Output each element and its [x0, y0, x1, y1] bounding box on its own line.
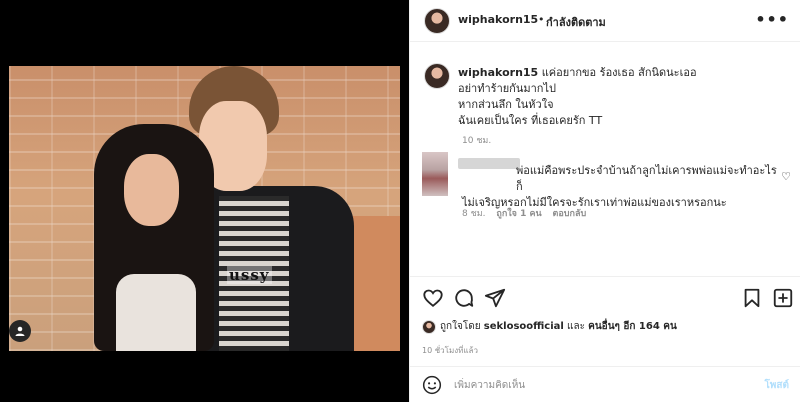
post-timestamp: 10 ชั่วโมงที่แล้ว	[422, 346, 478, 355]
comment-meta: 8 ชม. ถูกใจ 1 คน ตอบกลับ	[462, 206, 594, 220]
woman-figure	[94, 124, 214, 351]
comment-icon[interactable]	[453, 287, 475, 309]
others-likes-link[interactable]: คนอื่นๆ อีก 164 คน	[588, 319, 677, 334]
author-avatar[interactable]	[424, 8, 450, 34]
liker-avatar[interactable]	[422, 319, 436, 334]
comment-like-heart-icon[interactable]: ♡	[781, 170, 791, 183]
caption-avatar[interactable]	[424, 63, 450, 89]
post-header: wiphakorn15 • กำลังติดตาม •••	[410, 0, 800, 42]
comment-line-1: พ่อแม่คือพระประจำบ้านถ้าลูกไม่เคารพพ่อแม…	[516, 164, 777, 193]
user-silhouette	[15, 326, 25, 336]
author-username[interactable]: wiphakorn15	[458, 13, 538, 26]
follow-status-button[interactable]: กำลังติดตาม	[546, 13, 606, 31]
add-to-collection-icon[interactable]	[772, 287, 794, 309]
comments-section: wiphakorn15 แค่อยากขอ ร้องเธอ สักนิดนะเอ…	[410, 43, 800, 276]
comment-likes-count[interactable]: ถูกใจ 1 คน	[496, 209, 541, 219]
post-media-panel: ussy	[0, 0, 409, 402]
header-separator: •	[538, 13, 545, 26]
post-actions: ถูกใจโดย seklosoofficial และ คนอื่นๆ อีก…	[410, 276, 800, 366]
likes-summary: ถูกใจโดย seklosoofficial และ คนอื่นๆ อีก…	[422, 319, 677, 334]
emoji-icon[interactable]	[422, 375, 442, 395]
comment-time: 8 ชม.	[462, 209, 486, 219]
caption-line-4: ฉันเคยเป็นใคร ที่เธอเคยรัก TT	[458, 114, 603, 127]
shirt-print: ussy	[227, 266, 272, 284]
user-tag-icon[interactable]	[9, 320, 31, 342]
post-photo[interactable]: ussy	[9, 66, 400, 351]
comment-text: พ่อแม่คือพระประจำบ้านถ้าลูกไม่เคารพพ่อแม…	[462, 163, 782, 211]
comment-composer: โพสต์	[410, 366, 800, 402]
caption-line-3: หากส่วนลึก ในหัวใจ	[458, 98, 554, 111]
caption-username[interactable]: wiphakorn15	[458, 66, 538, 79]
likes-prefix: ถูกใจโดย	[440, 321, 481, 332]
reply-button[interactable]: ตอบกลับ	[553, 209, 587, 219]
caption-line-2: อย่าทำร้ายกันมากไป	[458, 82, 556, 95]
likes-middle: และ	[567, 321, 585, 332]
bookmark-icon[interactable]	[741, 287, 763, 309]
heart-icon[interactable]	[422, 287, 444, 309]
commenter-avatar[interactable]	[422, 152, 448, 196]
caption: wiphakorn15 แค่อยากขอ ร้องเธอ สักนิดนะเอ…	[458, 65, 778, 129]
post-comment-button[interactable]: โพสต์	[764, 378, 789, 393]
post-side-panel: wiphakorn15 • กำลังติดตาม ••• wiphakorn1…	[409, 0, 800, 402]
liker-username[interactable]: seklosoofficial	[484, 321, 564, 332]
woman-face	[124, 154, 179, 226]
woman-top	[116, 274, 196, 351]
caption-time: 10 ชม.	[462, 136, 492, 146]
more-icon[interactable]: •••	[755, 10, 789, 29]
caption-line-1: แค่อยากขอ ร้องเธอ สักนิดนะเออ	[541, 66, 697, 79]
share-icon[interactable]	[484, 287, 506, 309]
comment-input[interactable]	[454, 376, 734, 394]
